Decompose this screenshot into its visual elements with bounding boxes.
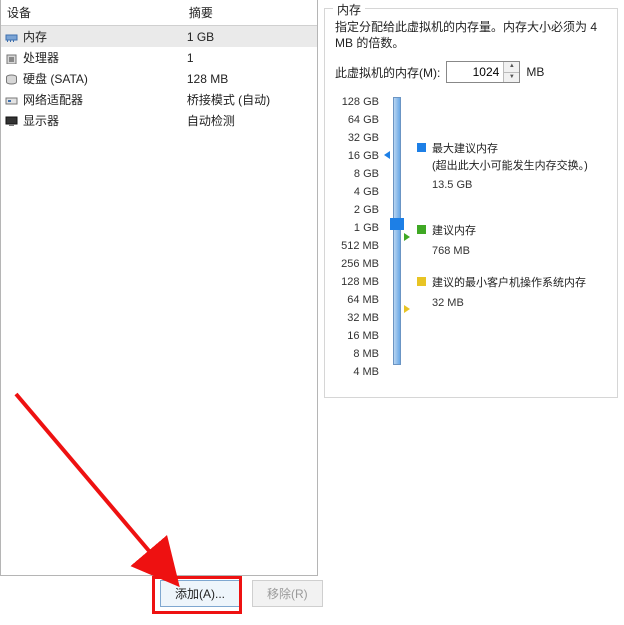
spin-down-icon[interactable]: ▼ xyxy=(504,73,519,83)
memory-input[interactable] xyxy=(447,62,503,82)
device-name: 硬盘 (SATA) xyxy=(19,68,183,89)
memory-tick: 256 MB xyxy=(335,255,383,273)
memory-slider-thumb[interactable] xyxy=(390,218,404,230)
device-name: 内存 xyxy=(19,26,183,48)
memory-unit: MB xyxy=(526,65,544,79)
memory-tick: 1 GB xyxy=(335,219,383,237)
hardware-row[interactable]: 显示器自动检测 xyxy=(1,110,317,131)
legend-rec-title: 建议内存 xyxy=(432,223,476,240)
legend-rec: 建议内存 768 MB xyxy=(417,223,476,259)
hardware-list-pane: 设备 摘要 内存1 GB处理器1硬盘 (SATA)128 MB网络适配器桥接模式… xyxy=(0,0,318,576)
memory-tick: 8 MB xyxy=(335,345,383,363)
memory-tick: 32 GB xyxy=(335,129,383,147)
swatch-green-icon xyxy=(417,225,426,234)
disk-icon xyxy=(1,68,19,89)
add-button[interactable]: 添加(A)... xyxy=(160,580,240,607)
legend-max-note: (超出此大小可能发生内存交换。) xyxy=(432,158,588,175)
display-icon xyxy=(1,110,19,131)
memory-tick: 4 MB xyxy=(335,363,383,381)
hardware-table: 设备 摘要 内存1 GB处理器1硬盘 (SATA)128 MB网络适配器桥接模式… xyxy=(1,0,317,131)
legend-min-value: 32 MB xyxy=(432,295,586,312)
memory-spinbox[interactable]: ▲ ▼ xyxy=(446,61,520,83)
legend-max-value: 13.5 GB xyxy=(432,177,588,194)
memory-group-title: 内存 xyxy=(333,1,365,18)
memory-field-label: 此虚拟机的内存(M): xyxy=(335,64,440,81)
memory-icon xyxy=(1,26,19,48)
spin-up-icon[interactable]: ▲ xyxy=(504,62,519,73)
device-summary: 桥接模式 (自动) xyxy=(183,89,317,110)
hardware-row[interactable]: 内存1 GB xyxy=(1,26,317,48)
memory-slider[interactable] xyxy=(393,97,401,365)
memory-tick: 16 MB xyxy=(335,327,383,345)
memory-tick: 2 GB xyxy=(335,201,383,219)
legend-max: 最大建议内存 (超出此大小可能发生内存交换。) 13.5 GB xyxy=(417,141,588,194)
hardware-row[interactable]: 处理器1 xyxy=(1,47,317,68)
memory-tick: 128 MB xyxy=(335,273,383,291)
memory-tick: 64 MB xyxy=(335,291,383,309)
swatch-blue-icon xyxy=(417,143,426,152)
col-device[interactable]: 设备 xyxy=(1,0,183,26)
memory-tick: 4 GB xyxy=(335,183,383,201)
memory-tick-labels: 128 GB64 GB32 GB16 GB8 GB4 GB2 GB1 GB512… xyxy=(335,93,383,381)
device-name: 处理器 xyxy=(19,47,183,68)
legend-min: 建议的最小客户机操作系统内存 32 MB xyxy=(417,275,586,311)
device-summary: 1 GB xyxy=(183,26,317,48)
min-marker-icon xyxy=(404,305,410,313)
legend-max-title: 最大建议内存 xyxy=(432,141,588,158)
legend-rec-value: 768 MB xyxy=(432,243,476,260)
device-name: 网络适配器 xyxy=(19,89,183,110)
device-summary: 1 xyxy=(183,47,317,68)
device-name: 显示器 xyxy=(19,110,183,131)
memory-tick: 128 GB xyxy=(335,93,383,111)
nic-icon xyxy=(1,89,19,110)
memory-tick: 16 GB xyxy=(335,147,383,165)
memory-tick: 64 GB xyxy=(335,111,383,129)
max-marker-icon xyxy=(384,151,390,159)
device-summary: 128 MB xyxy=(183,68,317,89)
swatch-yellow-icon xyxy=(417,277,426,286)
col-summary[interactable]: 摘要 xyxy=(183,0,317,26)
rec-marker-icon xyxy=(404,233,410,241)
hardware-row[interactable]: 硬盘 (SATA)128 MB xyxy=(1,68,317,89)
device-summary: 自动检测 xyxy=(183,110,317,131)
legend-min-title: 建议的最小客户机操作系统内存 xyxy=(432,275,586,292)
memory-tick: 8 GB xyxy=(335,165,383,183)
memory-description: 指定分配给此虚拟机的内存量。内存大小必须为 4 MB 的倍数。 xyxy=(335,19,607,51)
memory-tick: 512 MB xyxy=(335,237,383,255)
hardware-row[interactable]: 网络适配器桥接模式 (自动) xyxy=(1,89,317,110)
remove-button: 移除(R) xyxy=(252,580,323,607)
cpu-icon xyxy=(1,47,19,68)
memory-tick: 32 MB xyxy=(335,309,383,327)
memory-groupbox: 内存 指定分配给此虚拟机的内存量。内存大小必须为 4 MB 的倍数。 此虚拟机的… xyxy=(324,8,618,398)
